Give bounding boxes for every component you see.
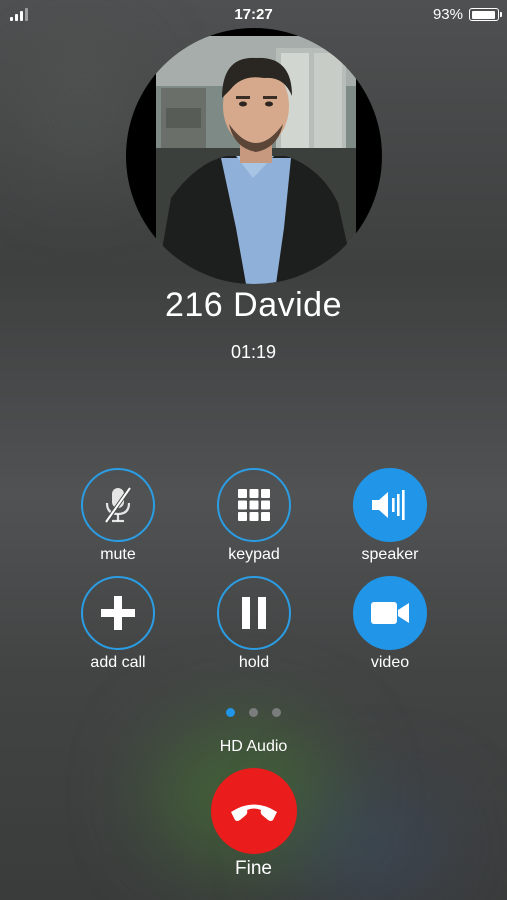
microphone-off-icon [104, 486, 132, 524]
mute-button[interactable]: mute [63, 468, 173, 564]
keypad-grid-icon [238, 489, 270, 521]
keypad-button[interactable]: keypad [199, 468, 309, 564]
battery-icon [469, 8, 502, 21]
add-call-button-circle[interactable] [81, 576, 155, 650]
speaker-icon [372, 490, 405, 520]
video-button-circle[interactable] [353, 576, 427, 650]
status-time: 17:27 [234, 6, 273, 23]
speaker-button[interactable]: speaker [335, 468, 445, 564]
hold-button-circle[interactable] [217, 576, 291, 650]
plus-icon [101, 596, 135, 630]
background-blur [290, 790, 450, 900]
call-duration: 01:19 [230, 342, 277, 362]
background-blur [20, 40, 140, 180]
speaker-label: speaker [361, 546, 419, 563]
hold-button[interactable]: hold [199, 576, 309, 672]
hang-up-phone-icon [231, 804, 277, 821]
end-call-button[interactable] [211, 768, 297, 854]
add-call-label: add call [90, 654, 146, 671]
video-button[interactable]: video [335, 576, 445, 672]
caller-photo [156, 36, 356, 284]
hold-label: hold [238, 654, 270, 671]
end-call-label: Fine [235, 858, 272, 879]
keypad-label: keypad [228, 546, 280, 563]
speaker-button-circle[interactable] [353, 468, 427, 542]
mute-label: mute [100, 546, 136, 563]
battery-indicator: 93% [432, 6, 502, 23]
page-dot[interactable] [249, 708, 258, 717]
video-label: video [370, 654, 410, 671]
battery-percentage: 93% [432, 6, 463, 23]
keypad-button-circle[interactable] [217, 468, 291, 542]
battery-fill [471, 10, 495, 19]
audio-quality-label: HD Audio [219, 738, 288, 755]
page-dot-active[interactable] [226, 708, 235, 717]
video-camera-icon [371, 602, 409, 624]
status-bar: 17:27 93% [0, 0, 507, 30]
page-dot[interactable] [272, 708, 281, 717]
add-call-button[interactable]: add call [63, 576, 173, 672]
caller-avatar [126, 28, 382, 284]
pause-icon [242, 597, 266, 629]
caller-name: 216 Davide [164, 286, 342, 324]
mute-button-circle[interactable] [81, 468, 155, 542]
page-indicator [0, 708, 507, 717]
